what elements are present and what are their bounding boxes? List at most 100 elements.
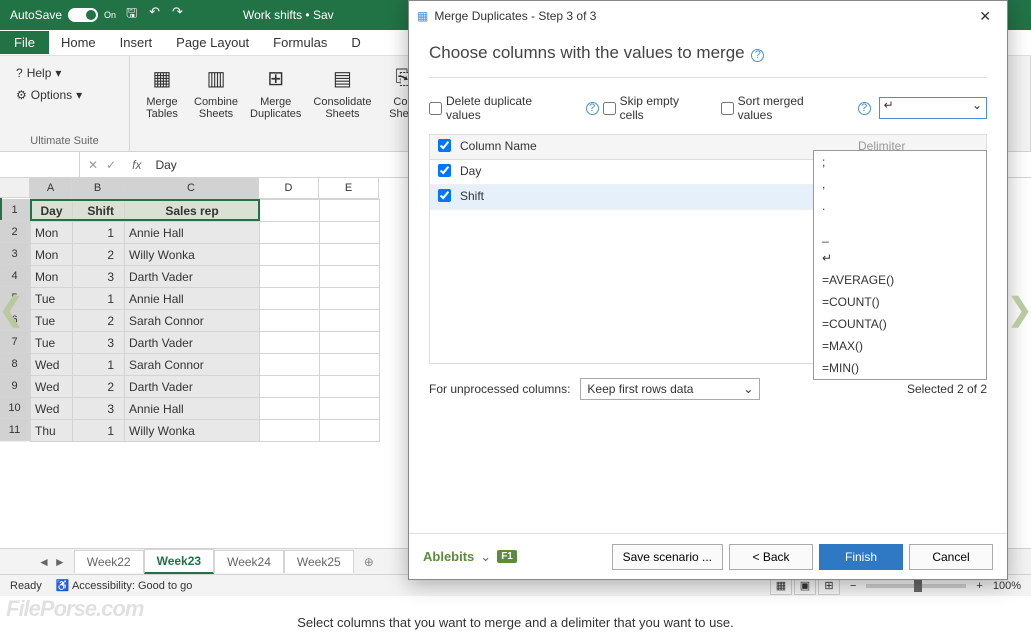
delimiter-select[interactable]: ↵⌄ — [879, 97, 987, 119]
menu-pagelayout[interactable]: Page Layout — [164, 31, 261, 54]
select-all-checkbox[interactable] — [438, 139, 451, 152]
merge-duplicates-button[interactable]: ⊞Merge Duplicates — [246, 60, 305, 122]
row-header[interactable]: 2 — [0, 221, 30, 243]
redo-icon[interactable]: ↷ — [172, 4, 183, 26]
cell[interactable]: 1 — [73, 222, 125, 244]
dropdown-option[interactable]: =COUNTA() — [814, 313, 986, 335]
cell[interactable]: Wed — [31, 398, 73, 420]
help-icon[interactable]: ? — [586, 102, 599, 115]
sort-merged-checkbox[interactable]: Sort merged values — [721, 94, 840, 122]
zoom-slider[interactable] — [866, 584, 966, 588]
cell[interactable]: 1 — [73, 288, 125, 310]
save-scenario-button[interactable]: Save scenario ... — [612, 544, 723, 570]
consolidate-button[interactable]: ▤Consolidate Sheets — [309, 60, 375, 122]
column-name-header[interactable]: Column Name — [460, 139, 858, 155]
cell[interactable]: Darth Vader — [125, 332, 260, 354]
cell[interactable]: Tue — [31, 288, 73, 310]
brand[interactable]: Ablebits⌄F1 — [423, 549, 517, 565]
dropdown-option[interactable]: =AVERAGE() — [814, 269, 986, 291]
cell[interactable]: Mon — [31, 222, 73, 244]
sheet-tab[interactable]: Week25 — [284, 550, 354, 573]
cell[interactable]: Annie Hall — [125, 398, 260, 420]
help-icon[interactable]: ? — [858, 102, 871, 115]
cell[interactable]: Willy Wonka — [125, 420, 260, 442]
unprocessed-select[interactable]: Keep first rows data⌄ — [580, 378, 760, 400]
cell[interactable]: Sarah Connor — [125, 310, 260, 332]
cell[interactable]: 1 — [73, 354, 125, 376]
accept-icon[interactable]: ✓ — [106, 158, 116, 172]
cell[interactable]: Annie Hall — [125, 222, 260, 244]
cell[interactable]: Shift — [73, 200, 125, 222]
help-button[interactable]: ?Help▾ — [12, 64, 117, 82]
dropdown-option[interactable]: _ — [814, 225, 986, 247]
cell[interactable] — [260, 200, 320, 222]
row-header[interactable]: 1 — [0, 199, 30, 221]
cell[interactable]: Sarah Connor — [125, 354, 260, 376]
prev-icon[interactable]: ◄ — [38, 555, 50, 569]
combine-sheets-button[interactable]: ▥Combine Sheets — [190, 60, 242, 122]
delimiter-dropdown[interactable]: ; , . _ ↵ =AVERAGE() =COUNT() =COUNTA() … — [813, 150, 987, 380]
dropdown-option[interactable]: , — [814, 173, 986, 195]
accessibility-status[interactable]: ♿ Accessibility: Good to go — [56, 579, 193, 592]
row-header[interactable]: 11 — [0, 419, 30, 441]
zoom-out-button[interactable]: − — [850, 580, 856, 592]
row-header[interactable]: 8 — [0, 353, 30, 375]
row-header[interactable]: 9 — [0, 375, 30, 397]
menu-formulas[interactable]: Formulas — [261, 31, 339, 54]
sheet-tab[interactable]: Week22 — [74, 550, 144, 573]
cell[interactable]: 3 — [73, 398, 125, 420]
zoom-in-button[interactable]: + — [976, 580, 982, 592]
help-icon[interactable]: ? — [751, 49, 764, 62]
cell[interactable]: Mon — [31, 244, 73, 266]
name-box[interactable] — [0, 152, 80, 177]
menu-home[interactable]: Home — [49, 31, 108, 54]
merge-tables-button[interactable]: ▦Merge Tables — [138, 60, 186, 122]
cell[interactable]: Darth Vader — [125, 376, 260, 398]
col-header-a[interactable]: A — [30, 178, 72, 199]
cell[interactable]: Wed — [31, 354, 73, 376]
dropdown-option[interactable]: =COUNT() — [814, 291, 986, 313]
close-button[interactable]: ✕ — [971, 8, 999, 25]
cell[interactable]: 2 — [73, 376, 125, 398]
autosave-toggle[interactable]: AutoSave On — [10, 8, 116, 22]
zoom-level[interactable]: 100% — [993, 580, 1021, 592]
col-header-e[interactable]: E — [319, 178, 379, 199]
cell[interactable]: 2 — [73, 244, 125, 266]
sheet-tab[interactable]: Week24 — [214, 550, 284, 573]
menu-insert[interactable]: Insert — [108, 31, 165, 54]
row-header[interactable]: 10 — [0, 397, 30, 419]
options-button[interactable]: ⚙Options▾ — [12, 86, 117, 104]
dropdown-option[interactable]: =MIN() — [814, 357, 986, 379]
menu-file[interactable]: File — [0, 31, 49, 54]
cell[interactable]: Sales rep — [125, 200, 260, 222]
row-checkbox[interactable] — [438, 189, 451, 202]
cancel-icon[interactable]: ✕ — [88, 158, 98, 172]
delete-duplicates-checkbox[interactable]: Delete duplicate values — [429, 94, 568, 122]
undo-icon[interactable]: ↶ — [149, 4, 160, 26]
cell[interactable]: 1 — [73, 420, 125, 442]
menu-d[interactable]: D — [339, 31, 372, 54]
sheet-tab-active[interactable]: Week23 — [144, 549, 214, 574]
dropdown-option[interactable]: . — [814, 195, 986, 217]
add-sheet-button[interactable]: ⊕ — [354, 555, 384, 569]
tab-nav[interactable]: ◄► — [30, 555, 74, 569]
cell[interactable]: Tue — [31, 310, 73, 332]
row-header[interactable]: 3 — [0, 243, 30, 265]
toggle-icon[interactable] — [68, 8, 98, 22]
row-header[interactable]: 7 — [0, 331, 30, 353]
dropdown-option[interactable]: ↵ — [814, 247, 986, 269]
cell[interactable]: Tue — [31, 332, 73, 354]
save-icon[interactable]: 🖫 — [126, 4, 137, 26]
prev-slide-icon[interactable]: ❮ — [0, 290, 25, 328]
dropdown-option[interactable]: ; — [814, 151, 986, 173]
back-button[interactable]: < Back — [729, 544, 813, 570]
cancel-button[interactable]: Cancel — [909, 544, 993, 570]
select-all-corner[interactable] — [0, 178, 30, 198]
next-icon[interactable]: ► — [54, 555, 66, 569]
col-header-d[interactable]: D — [259, 178, 319, 199]
row-header[interactable]: 4 — [0, 265, 30, 287]
cell[interactable] — [320, 200, 380, 222]
cell[interactable]: Willy Wonka — [125, 244, 260, 266]
fx-icon[interactable]: fx — [124, 158, 149, 172]
col-header-b[interactable]: B — [72, 178, 124, 199]
